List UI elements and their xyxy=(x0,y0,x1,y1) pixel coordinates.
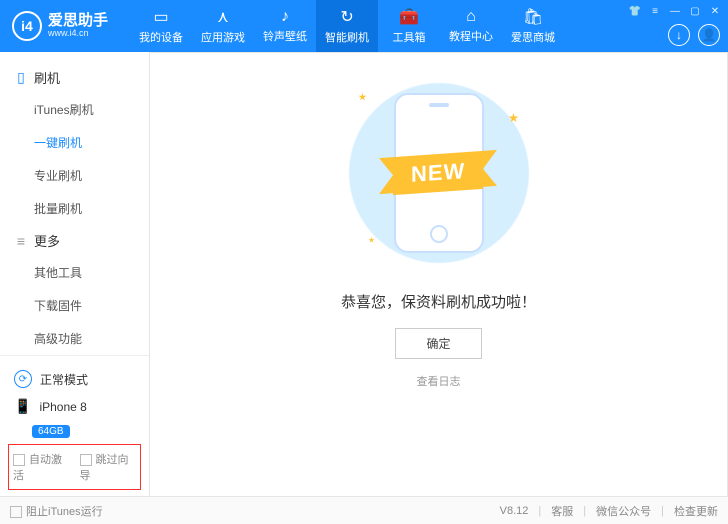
nav-item-4[interactable]: 🧰 工具箱 xyxy=(378,0,440,52)
logo-subtitle: www.i4.cn xyxy=(48,29,108,39)
nav-item-1[interactable]: ⋏ 应用游戏 xyxy=(192,0,254,52)
mode-label: 正常模式 xyxy=(40,371,88,388)
sidebar-item[interactable]: 批量刷机 xyxy=(0,192,149,225)
version-label: V8.12 xyxy=(500,505,529,517)
sidebar-group-more: ≡ 更多 xyxy=(0,225,149,256)
nav-icon: ♪ xyxy=(281,8,289,26)
check-update-link[interactable]: 检查更新 xyxy=(674,503,718,519)
sidebar-item[interactable]: 一键刷机 xyxy=(0,126,149,159)
main-content: NEW 恭喜您，保资料刷机成功啦！ 确定 查看日志 xyxy=(150,52,728,496)
device-icon: 📱 xyxy=(14,398,31,415)
window-controls: 👕 ≡ — ▢ ✕ xyxy=(628,4,722,18)
sidebar-group-label: 刷机 xyxy=(34,68,60,87)
nav-label: 我的设备 xyxy=(139,29,183,45)
download-icon[interactable]: ↓ xyxy=(668,24,690,46)
sidebar-group-flash: ▯ 刷机 xyxy=(0,62,149,93)
nav-item-6[interactable]: 🛍 爱思商城 xyxy=(502,0,564,52)
auto-activate-checkbox[interactable]: 自动激活 xyxy=(13,451,70,483)
nav-item-2[interactable]: ♪ 铃声壁纸 xyxy=(254,0,316,52)
nav-icon: ↻ xyxy=(340,7,353,27)
nav-label: 应用游戏 xyxy=(201,29,245,45)
nav-icon: ⌂ xyxy=(466,8,476,26)
star-icon xyxy=(369,237,375,243)
refresh-icon: ⟳ xyxy=(14,370,32,388)
sidebar-group-label: 更多 xyxy=(34,231,60,250)
mode-row[interactable]: ⟳ 正常模式 xyxy=(0,364,149,394)
sidebar-item[interactable]: 高级功能 xyxy=(0,322,149,355)
sidebar: ▯ 刷机 iTunes刷机一键刷机专业刷机批量刷机 ≡ 更多 其他工具下载固件高… xyxy=(0,52,150,496)
new-banner: NEW xyxy=(393,151,483,195)
wechat-link[interactable]: 微信公众号 xyxy=(596,503,651,519)
nav-label: 工具箱 xyxy=(393,29,426,45)
more-icon: ≡ xyxy=(14,233,28,249)
nav-icon: ⋏ xyxy=(217,7,229,27)
ok-button[interactable]: 确定 xyxy=(395,328,481,359)
view-log-link[interactable]: 查看日志 xyxy=(417,373,461,389)
nav-icon: 🛍 xyxy=(523,7,543,27)
phone-icon: ▯ xyxy=(14,69,28,86)
nav-label: 教程中心 xyxy=(449,28,493,44)
sidebar-item[interactable]: 其他工具 xyxy=(0,256,149,289)
checkbox-row: 自动激活 跳过向导 xyxy=(8,444,141,490)
skip-wizard-checkbox[interactable]: 跳过向导 xyxy=(80,451,137,483)
minimize-icon[interactable]: — xyxy=(668,4,682,18)
nav-icon: ▭ xyxy=(153,7,168,27)
sidebar-item[interactable]: 专业刷机 xyxy=(0,159,149,192)
success-message: 恭喜您，保资料刷机成功啦！ xyxy=(341,291,536,312)
device-row[interactable]: 📱 iPhone 8 xyxy=(0,394,149,423)
sidebar-item[interactable]: 下载固件 xyxy=(0,289,149,322)
nav-item-3[interactable]: ↻ 智能刷机 xyxy=(316,0,378,52)
nav-icon: 🧰 xyxy=(399,7,419,27)
user-icon[interactable]: 👤 xyxy=(698,24,720,46)
star-icon xyxy=(359,93,367,101)
sidebar-item[interactable]: iTunes刷机 xyxy=(0,93,149,126)
nav-item-5[interactable]: ⌂ 教程中心 xyxy=(440,0,502,52)
nav-item-0[interactable]: ▭ 我的设备 xyxy=(130,0,192,52)
success-illustration: NEW xyxy=(329,73,549,273)
kefu-link[interactable]: 客服 xyxy=(551,503,573,519)
nav-label: 智能刷机 xyxy=(325,29,369,45)
menu-icon[interactable]: ≡ xyxy=(648,4,662,18)
logo: i4 爱思助手 www.i4.cn xyxy=(0,11,120,41)
top-nav: ▭ 我的设备 ⋏ 应用游戏 ♪ 铃声壁纸 ↻ 智能刷机 🧰 工具箱 ⌂ 教程中心 🛍 爱思商城 xyxy=(130,0,564,52)
storage-badge: 64GB xyxy=(32,425,70,438)
device-name: iPhone 8 xyxy=(39,400,86,414)
app-header: i4 爱思助手 www.i4.cn ▭ 我的设备 ⋏ 应用游戏 ♪ 铃声壁纸 ↻ 智能刷机 🧰 工… xyxy=(0,0,728,52)
star-icon xyxy=(509,113,519,123)
nav-label: 爱思商城 xyxy=(511,29,555,45)
logo-icon: i4 xyxy=(12,11,42,41)
maximize-icon[interactable]: ▢ xyxy=(688,4,702,18)
block-itunes-checkbox[interactable]: 阻止iTunes运行 xyxy=(10,503,103,519)
logo-title: 爱思助手 xyxy=(48,13,108,30)
nav-label: 铃声壁纸 xyxy=(263,28,307,44)
tshirt-icon[interactable]: 👕 xyxy=(628,4,642,18)
close-icon[interactable]: ✕ xyxy=(708,4,722,18)
